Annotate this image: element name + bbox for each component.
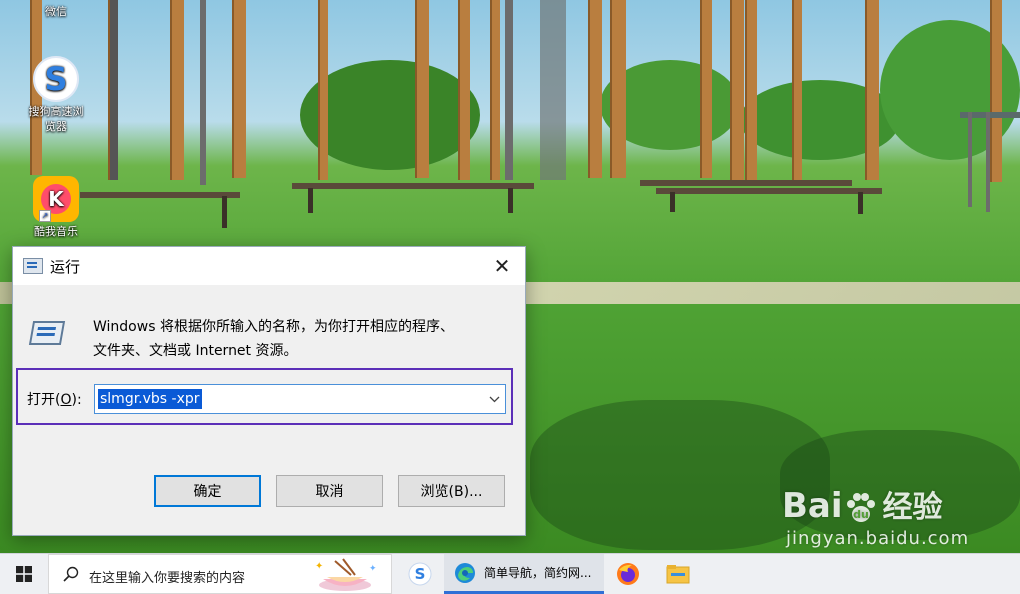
run-icon [23, 258, 43, 274]
taskbar: 在这里输入你要搜索的内容 ✦ ✦ S 简单导航，简约网... [0, 553, 1020, 594]
svg-text:✦: ✦ [369, 564, 377, 574]
desktop-icon-kuwo-music[interactable]: K ↗ 酷我音乐 [26, 176, 86, 239]
desktop-icon-wechat[interactable]: 微信 [26, 4, 86, 19]
file-explorer-icon [666, 565, 690, 584]
close-icon: ✕ [493, 254, 511, 278]
search-highlight-illustration: ✦ ✦ [315, 558, 377, 591]
taskbar-app-firefox[interactable] [608, 554, 648, 594]
desktop-icon-sogou-browser[interactable]: S 搜狗高速浏 览器 [26, 56, 86, 134]
open-label: 打开(O): [27, 392, 82, 408]
windows-start-icon [16, 566, 32, 582]
search-icon [63, 566, 79, 582]
dialog-description: Windows 将根据你所输入的名称，为你打开相应的程序、 文件夹、文档或 In… [93, 315, 513, 363]
ok-button[interactable]: 确定 [154, 475, 261, 507]
title-bar[interactable]: 运行 ✕ [13, 247, 525, 285]
description-line: Windows 将根据你所输入的名称，为你打开相应的程序、 [93, 319, 454, 335]
run-dialog: 运行 ✕ Windows 将根据你所输入的名称，为你打开相应的程序、 文件夹、文… [12, 246, 526, 536]
taskbar-search-box[interactable]: 在这里输入你要搜索的内容 ✦ ✦ [48, 554, 392, 594]
close-button[interactable]: ✕ [479, 247, 525, 285]
baidu-jingyan-watermark: Bai du 经验 jingyan.baidu.com [782, 482, 1018, 552]
desktop-icon-label: 酷我音乐 [34, 225, 78, 238]
command-input-value[interactable]: slmgr.vbs -xpr [98, 389, 202, 409]
watermark-url: jingyan.baidu.com [786, 528, 970, 549]
desktop-icon-label: 览器 [45, 120, 67, 133]
baidu-paw-icon: du [846, 492, 875, 522]
taskbar-app-file-explorer[interactable] [656, 554, 700, 594]
sogou-browser-icon: S [33, 56, 79, 102]
search-placeholder: 在这里输入你要搜索的内容 [89, 571, 246, 586]
taskbar-app-sogou-browser[interactable]: S [400, 554, 440, 594]
shortcut-arrow-icon: ↗ [39, 210, 51, 222]
desktop-icon-label: 搜狗高速浏 [28, 105, 84, 118]
svg-text:S: S [415, 565, 426, 583]
sogou-browser-icon: S [408, 562, 432, 586]
edge-window-title: 简单导航，简约网... [484, 566, 592, 580]
chevron-down-icon[interactable] [483, 385, 505, 413]
edge-icon [455, 562, 475, 583]
dialog-title: 运行 [50, 258, 81, 276]
start-button[interactable] [0, 554, 48, 594]
watermark-product: 经验 [882, 490, 943, 525]
firefox-icon [617, 563, 639, 585]
cancel-button[interactable]: 取消 [276, 475, 383, 507]
browse-button[interactable]: 浏览(B)... [398, 475, 505, 507]
taskbar-app-edge[interactable]: 简单导航，简约网... [444, 554, 604, 594]
watermark-brand: Bai du 经验 [782, 486, 943, 526]
kuwo-music-icon: K ↗ [33, 176, 79, 222]
desktop-icon-label: 微信 [45, 5, 67, 18]
svg-text:✦: ✦ [315, 561, 323, 572]
description-line: 文件夹、文档或 Internet 资源。 [93, 343, 298, 359]
command-input[interactable]: slmgr.vbs -xpr [94, 384, 506, 414]
run-program-icon [28, 317, 67, 347]
svg-text:du: du [853, 508, 869, 521]
